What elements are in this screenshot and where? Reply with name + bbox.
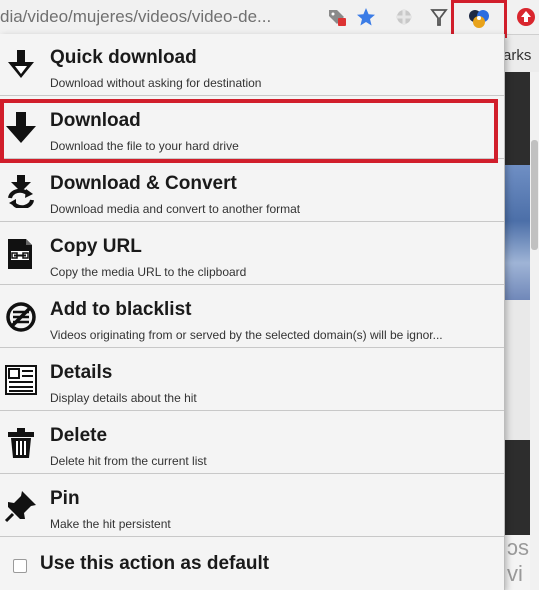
menu-item-desc: Download without asking for destination: [50, 76, 262, 90]
bookmarks-label[interactable]: arks: [503, 47, 531, 64]
menu-item-desc: Copy the media URL to the clipboard: [50, 265, 247, 279]
download-highlight-box: [0, 99, 498, 163]
extension-icon[interactable]: [393, 6, 415, 28]
tag-icon[interactable]: [326, 6, 348, 28]
menu-item-download-convert[interactable]: Download & Convert Download media and co…: [0, 160, 504, 222]
star-icon[interactable]: [355, 6, 377, 28]
menu-item-desc: Download media and convert to another fo…: [50, 202, 301, 216]
menu-item-add-to-blacklist[interactable]: Add to blacklist Videos originating from…: [0, 286, 504, 348]
menu-item-pin[interactable]: Pin Make the hit persistent: [0, 475, 504, 537]
menu-item-desc: Videos originating from or served by the…: [50, 328, 443, 342]
download-convert-icon: [4, 174, 38, 210]
pin-icon: [4, 489, 38, 523]
quick-download-icon: [4, 48, 38, 82]
menu-item-details[interactable]: Details Display details about the hit: [0, 349, 504, 411]
blacklist-icon: [4, 300, 38, 334]
url-bar[interactable]: dia/video/mujeres/videos/video-de...: [0, 7, 318, 27]
menu-item-title: Quick download: [50, 47, 197, 68]
menu-item-desc: Delete hit from the current list: [50, 454, 207, 468]
funnel-icon[interactable]: [428, 6, 450, 28]
menu-item-title: Details: [50, 362, 113, 383]
download-action-menu: Quick download Download without asking f…: [0, 34, 505, 590]
menu-item-title: Pin: [50, 488, 80, 509]
menu-item-desc: Display details about the hit: [50, 391, 197, 405]
use-as-default-checkbox[interactable]: [13, 559, 27, 573]
menu-item-desc: Make the hit persistent: [50, 517, 171, 531]
page-photo: [503, 165, 533, 305]
details-icon: [4, 363, 38, 397]
menu-item-title: Add to blacklist: [50, 299, 192, 320]
menu-item-title: Copy URL: [50, 236, 142, 257]
menu-item-title: Delete: [50, 425, 108, 446]
menu-item-delete[interactable]: Delete Delete hit from the current list: [0, 412, 504, 474]
menu-item-title: Download & Convert: [50, 173, 237, 194]
video-downloader-icon[interactable]: [467, 7, 489, 29]
browser-toolbar: dia/video/mujeres/videos/video-de...: [0, 0, 539, 38]
menu-item-copy-url[interactable]: Copy URL Copy the media URL to the clipb…: [0, 223, 504, 285]
trash-icon: [4, 426, 38, 460]
use-as-default-label[interactable]: Use this action as default: [40, 553, 269, 575]
page-scrollbar-thumb[interactable]: [531, 140, 538, 250]
use-as-default-row[interactable]: Use this action as default: [0, 544, 504, 590]
menu-item-quick-download[interactable]: Quick download Download without asking f…: [0, 34, 504, 96]
close-circle-icon[interactable]: [515, 6, 537, 28]
copy-url-icon: [4, 237, 38, 271]
